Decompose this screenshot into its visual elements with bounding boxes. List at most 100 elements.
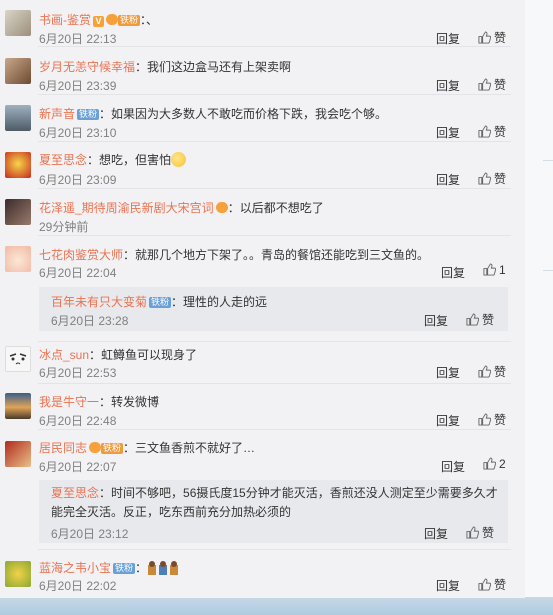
comment-username[interactable]: 七花肉鉴赏大师	[39, 248, 123, 262]
comment-username[interactable]: 书画-鉴赏	[39, 13, 91, 27]
comment-time: 6月20日 22:48	[39, 414, 117, 428]
sub-reply: 夏至思念：时间不够吧，56摄氏度15分钟才能灭活，香煎还没人测定至少需要多久才能…	[39, 480, 508, 543]
comment-time: 6月20日 22:13	[39, 32, 117, 46]
avatar[interactable]	[5, 246, 31, 272]
like-button[interactable]: 赞	[478, 411, 506, 428]
comment-username[interactable]: 夏至思念	[39, 153, 87, 167]
comment-username[interactable]: 我是牛守一	[39, 395, 99, 409]
thumbs-up-icon	[478, 578, 492, 591]
like-label: 赞	[494, 78, 507, 92]
like-button[interactable]: 赞	[478, 76, 506, 93]
comment-time: 6月20日 23:39	[39, 79, 117, 93]
sub-reply-text: ：理性的人走的远	[171, 295, 268, 309]
divider	[543, 160, 553, 161]
reply-button[interactable]: 回复	[441, 458, 465, 475]
verified-icon: V	[93, 16, 104, 27]
like-button[interactable]: 1	[483, 263, 506, 277]
fan-badge: 铁粉	[77, 109, 100, 120]
comment-username[interactable]: 蓝海之韦小宝	[39, 561, 111, 575]
comment-item: 冰点_sun：虹鳟鱼可以现身了 6月20日 22:53 回复 赞	[0, 341, 525, 384]
avatar[interactable]	[5, 10, 31, 36]
comment-time: 6月20日 23:09	[39, 173, 117, 187]
reply-button[interactable]: 回复	[436, 171, 460, 188]
comment-time: 6月20日 22:53	[39, 366, 117, 380]
emoji-icon	[147, 561, 179, 578]
avatar[interactable]	[5, 393, 31, 419]
reply-button[interactable]: 回复	[436, 412, 460, 429]
fan-crown-icon	[106, 14, 118, 25]
avatar[interactable]	[5, 58, 31, 84]
fan-badge: 铁粉	[149, 297, 172, 308]
comment-item: 夏至思念：想吃，但害怕 6月20日 23:09 回复 赞	[0, 141, 525, 189]
reply-button[interactable]: 回复	[436, 124, 460, 141]
avatar[interactable]	[5, 199, 31, 225]
thumbs-up-icon	[478, 31, 492, 44]
avatar[interactable]	[5, 346, 31, 372]
comment-time: 6月20日 23:10	[39, 126, 117, 140]
comment-item: 新声音 铁粉 ：如果因为大多数人不敢吃而价格下跌，我会吃个够。 6月20日 23:1…	[0, 94, 525, 142]
comment-item: 岁月无恙守候幸福：我们这边盒马还有上架卖啊 6月20日 23:39 回复 赞	[0, 47, 525, 95]
reply-button[interactable]: 回复	[424, 525, 448, 542]
avatar[interactable]	[5, 105, 31, 131]
page-background-right	[525, 0, 553, 615]
fan-crown-icon	[215, 202, 228, 213]
comment-username[interactable]: 居民同志	[39, 441, 87, 455]
fan-badge: 铁粉	[118, 15, 141, 26]
comment-username[interactable]: 花泽遥_期待周渝民新剧大宋宫词	[39, 201, 214, 215]
comment-text: ：如果因为大多数人不敢吃而价格下跌，我会吃个够。	[99, 107, 388, 121]
reply-button[interactable]: 回复	[441, 264, 465, 281]
comment-time: 6月20日 22:04	[39, 266, 117, 280]
like-button[interactable]: 赞	[478, 170, 506, 187]
face-icon	[9, 353, 27, 365]
comment-item: 花泽遥_期待周渝民新剧大宋宫词 ：以后都不想吃了 29分钟前	[0, 188, 525, 236]
comment-item: 居民同志 铁粉 ：三文鱼香煎不就好了… 6月20日 22:07 回复 2 夏至思念：…	[0, 429, 525, 550]
sub-reply-time: 6月20日 23:28	[51, 314, 129, 328]
reply-button[interactable]: 回复	[436, 577, 460, 594]
thumbs-up-icon	[466, 313, 480, 326]
comment-text: ：	[135, 561, 148, 575]
reply-button[interactable]: 回复	[436, 77, 460, 94]
reply-button[interactable]: 回复	[436, 364, 460, 381]
fan-badge: 铁粉	[113, 563, 136, 574]
thumbs-up-icon	[466, 526, 480, 539]
thumbs-up-icon	[478, 365, 492, 378]
like-button[interactable]: 赞	[466, 524, 494, 541]
divider	[543, 270, 553, 271]
comment-list: 书画-鉴赏 V 铁粉：、 6月20日 22:13 回复 赞 岁月无恙守候幸福：我们这…	[0, 0, 525, 598]
like-button[interactable]: 赞	[478, 576, 506, 593]
sub-reply-username[interactable]: 百年未有只大变菊	[51, 295, 147, 309]
comment-time: 29分钟前	[39, 220, 89, 234]
comment-text: ：以后都不想吃了	[227, 201, 324, 215]
comment-text: ：虹鳟鱼可以现身了	[89, 348, 198, 362]
like-button[interactable]: 赞	[478, 363, 506, 380]
comment-text: ：就那几个地方下架了。。青岛的餐馆还能吃到三文鱼的。	[123, 248, 430, 262]
page-background-sky	[0, 597, 553, 615]
comment-username[interactable]: 冰点_sun	[39, 348, 89, 362]
comment-text: ：三文鱼香煎不就好了…	[123, 441, 256, 455]
avatar[interactable]	[5, 561, 31, 587]
sub-reply-username[interactable]: 夏至思念	[51, 486, 99, 500]
avatar[interactable]	[5, 152, 31, 178]
like-label: 赞	[494, 413, 507, 427]
comment-text: ：我们这边盒马还有上架卖啊	[135, 60, 292, 74]
reply-button[interactable]: 回复	[436, 30, 460, 47]
like-button[interactable]: 赞	[466, 311, 494, 328]
fan-badge: 铁粉	[101, 443, 124, 454]
reply-button[interactable]: 回复	[424, 312, 448, 329]
thumbs-up-icon	[478, 125, 492, 138]
emoji-icon	[171, 152, 187, 167]
sub-reply: 百年未有只大变菊 铁粉 ：理性的人走的远 6月20日 23:28 回复 赞	[39, 287, 508, 331]
avatar[interactable]	[5, 441, 31, 467]
sub-reply-time: 6月20日 23:12	[51, 527, 129, 541]
like-button[interactable]: 赞	[478, 123, 506, 140]
comment-username[interactable]: 岁月无恙守候幸福	[39, 60, 135, 74]
comment-item: 七花肉鉴赏大师：就那几个地方下架了。。青岛的餐馆还能吃到三文鱼的。 6月20日 …	[0, 235, 525, 342]
like-button[interactable]: 2	[483, 457, 506, 471]
thumbs-up-icon	[478, 413, 492, 426]
like-label: 赞	[494, 172, 507, 186]
like-button[interactable]: 赞	[478, 29, 506, 46]
sub-reply-text: ：时间不够吧，56摄氏度15分钟才能灭活，香煎还没人测定至少需要多久才能完全灭活…	[51, 486, 498, 519]
thumbs-up-icon	[478, 172, 492, 185]
like-count: 2	[499, 457, 506, 471]
comment-username[interactable]: 新声音	[39, 107, 75, 121]
